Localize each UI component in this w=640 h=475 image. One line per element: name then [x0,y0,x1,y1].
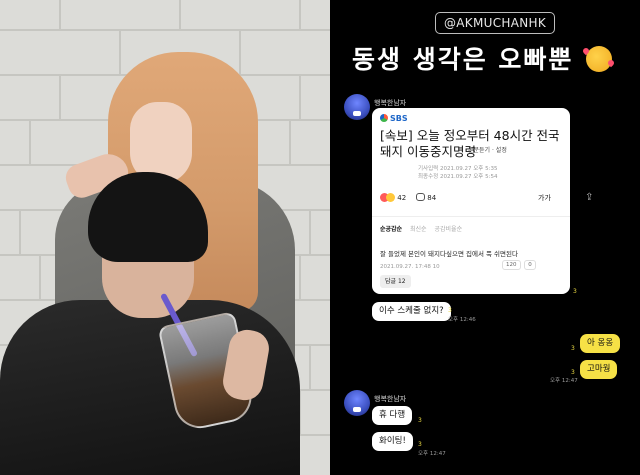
reaction-button[interactable]: 42 [380,193,406,202]
sender-avatar[interactable] [344,94,370,120]
font-size-button[interactable]: 가가 [538,193,551,203]
news-share-card[interactable]: SBS [속보] 오늘 정오부터 48시간 전국 돼지 이동중지명령 본문듣기 … [372,108,570,294]
news-action-row: 42 84 가가 [380,190,566,208]
news-title: [속보] 오늘 정오부터 48시간 전국 돼지 이동중지명령 [380,128,560,159]
sort-tab-likes[interactable]: 순공감순 [380,226,402,233]
news-brand: SBS [380,114,408,123]
incoming-message[interactable]: 휴 다행 [372,406,413,425]
share-icon[interactable]: ⇪ [585,192,597,204]
smiling-face-with-hearts-icon [586,46,613,72]
headline-text: 동생 생각은 오빠뿐 [352,45,574,74]
outgoing-unread-count: 3 [571,369,575,376]
sender-name: 행복한남자 [374,99,407,107]
sender-avatar[interactable] [344,390,370,416]
message-unread-count: 3 [418,417,422,424]
sender-name: 행복한남자 [374,395,407,403]
news-edit-date: 최종수정 2021.09.27 오후 5:54 [418,174,498,180]
message-unread-count: 3 [448,307,452,314]
incoming-message[interactable]: 이수 스케줄 없지? [372,302,451,321]
comment-icon [416,193,425,201]
comment-button[interactable]: 84 [416,193,436,202]
reply-button[interactable]: 답글 12 [380,275,411,288]
message-unread-count: 3 [418,441,422,448]
smile-reaction-icon [386,193,395,202]
outgoing-message[interactable]: 아 옹옹 [580,334,621,353]
message-time: 오후 12:46 [448,317,476,323]
card-unread-count: 3 [573,288,577,295]
comment-likes: 120 0 [500,260,536,270]
like-button[interactable]: 120 [502,260,521,270]
dislike-button[interactable]: 0 [524,260,536,270]
story-headline: 동생 생각은 오빠뿐 [352,40,640,76]
mention-tag[interactable]: @AKMUCHANHK [435,12,555,34]
message-time: 오후 12:47 [418,451,446,457]
comment-sort-tabs: 순공감순 최신순 공감비율순 [380,224,468,233]
comment-count: 84 [427,194,437,202]
outgoing-time: 오후 12:47 [550,378,578,384]
news-input-date: 기사입력 2021.09.27 오후 5:35 [418,166,498,172]
top-comment-text: 잘 들었제 본인이 돼지다싶으면 집에서 푹 쉬면된다 [380,250,518,258]
outgoing-unread-count: 3 [571,345,575,352]
sort-tab-ratio[interactable]: 공감비율순 [435,226,463,233]
story-panel: @AKMUCHANHK 동생 생각은 오빠뿐 행복한남자 SBS [속보] 오늘… [330,0,640,475]
sort-tab-latest[interactable]: 최신순 [410,226,427,233]
card-divider [372,216,570,217]
news-press-options[interactable]: 본문듣기 · 설정 [468,145,507,154]
top-comment-meta: 2021.09.27. 17:48 10 [380,264,440,270]
outgoing-message[interactable]: 고마웡 [580,360,618,379]
reaction-count: 42 [397,194,407,202]
story-photo [0,0,330,475]
incoming-message[interactable]: 화이팅! [372,432,413,451]
